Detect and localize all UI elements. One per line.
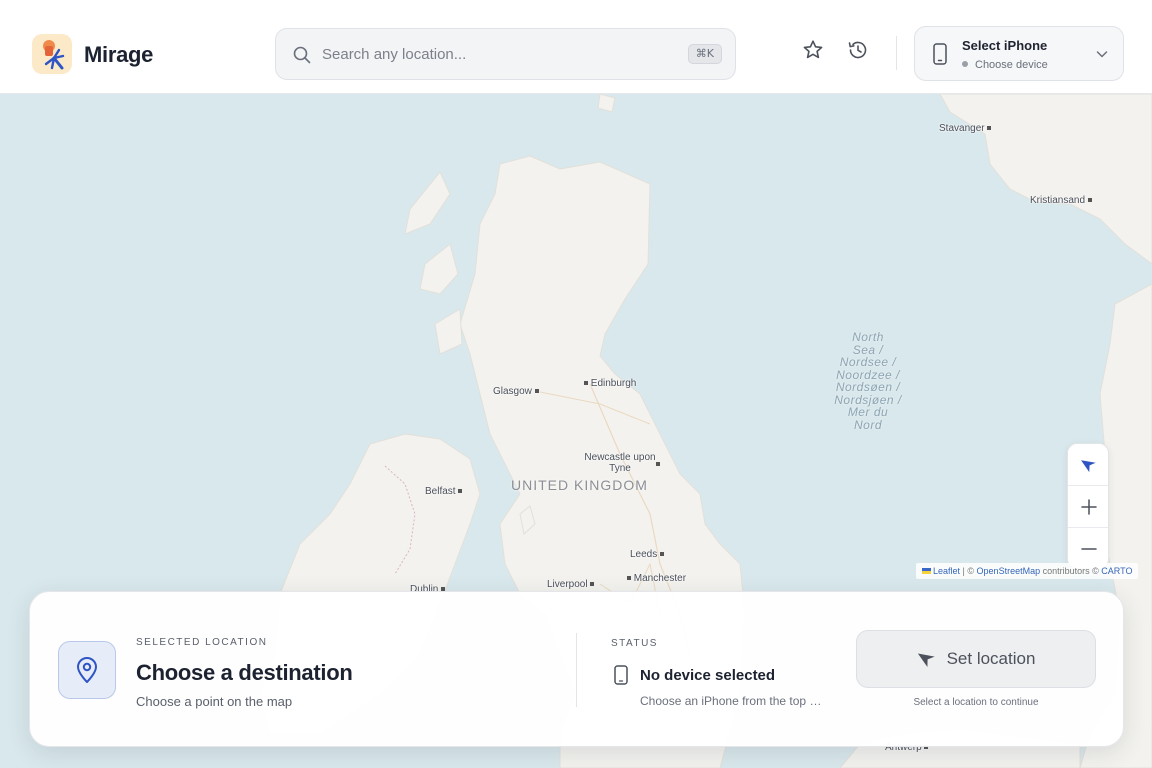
app-name: Mirage [84, 42, 154, 67]
location-panel: SELECTED LOCATION Choose a destination C… [29, 591, 1124, 747]
set-location-button[interactable]: Set location [856, 630, 1096, 688]
place-label: Belfast [425, 486, 463, 497]
selected-location-title: Choose a destination [136, 660, 353, 685]
device-selector[interactable]: Select iPhone Choose device [914, 26, 1124, 81]
minus-icon [1081, 548, 1097, 550]
locate-button[interactable] [1068, 444, 1110, 486]
phone-icon [614, 665, 628, 685]
device-status-text: Choose device [975, 59, 1048, 71]
map-controls [1067, 443, 1110, 569]
map-attribution: Leaflet | © OpenStreetMap contributors ©… [916, 563, 1139, 579]
selected-location-subtitle: Choose a point on the map [136, 694, 293, 709]
navigation-arrow-icon [1081, 460, 1096, 473]
device-selector-subtitle: Choose device [962, 59, 1048, 71]
zoom-in-button[interactable] [1068, 486, 1110, 528]
device-selector-title: Select iPhone [962, 38, 1048, 53]
place-label: Leeds [630, 549, 665, 560]
plus-icon [1081, 499, 1097, 515]
place-label: Edinburgh [584, 378, 636, 389]
search-input[interactable] [322, 29, 682, 79]
panel-divider [576, 633, 577, 707]
palm-logo-icon [43, 40, 65, 70]
search-shortcut-badge: ⌘K [687, 44, 722, 64]
carto-link[interactable]: CARTO [1101, 566, 1132, 576]
status-title: No device selected [640, 667, 776, 684]
search-icon [293, 46, 311, 64]
history-icon[interactable] [846, 38, 870, 62]
selected-location-label: SELECTED LOCATION [136, 637, 268, 648]
status-subtitle: Choose an iPhone from the top menu [640, 694, 825, 708]
status-label: STATUS [611, 638, 658, 649]
flag-icon [922, 568, 931, 574]
map-pin-icon [77, 657, 97, 683]
navigation-arrow-icon [917, 653, 935, 668]
set-location-label: Set location [946, 649, 1036, 668]
place-label: Kristiansand [1030, 195, 1092, 206]
place-label: Manchester [627, 573, 686, 584]
set-location-hint: Select a location to continue [913, 697, 1039, 708]
osm-link[interactable]: OpenStreetMap [977, 566, 1041, 576]
place-label: Glasgow [493, 386, 539, 397]
chevron-down-icon [1096, 51, 1108, 58]
leaflet-link[interactable]: Leaflet [933, 566, 960, 576]
header-divider [896, 36, 897, 70]
search-bar[interactable]: ⌘K [275, 28, 736, 80]
star-icon[interactable] [801, 38, 825, 62]
app-header: Mirage ⌘K Select iPhone Choose device [0, 0, 1152, 94]
sea-label: North Sea / Nordsee / Noordzee / Nordsøen / N… [834, 330, 902, 432]
place-label: Stavanger [939, 123, 992, 134]
phone-icon [933, 43, 947, 65]
place-label: Newcastle upon Tyne [584, 452, 656, 474]
app-logo [32, 34, 72, 74]
country-label: UNITED KINGDOM [511, 477, 648, 493]
status-dot [962, 61, 968, 67]
location-pin-badge [58, 641, 116, 699]
place-label: Liverpool [547, 579, 595, 590]
place-marker [656, 459, 660, 470]
